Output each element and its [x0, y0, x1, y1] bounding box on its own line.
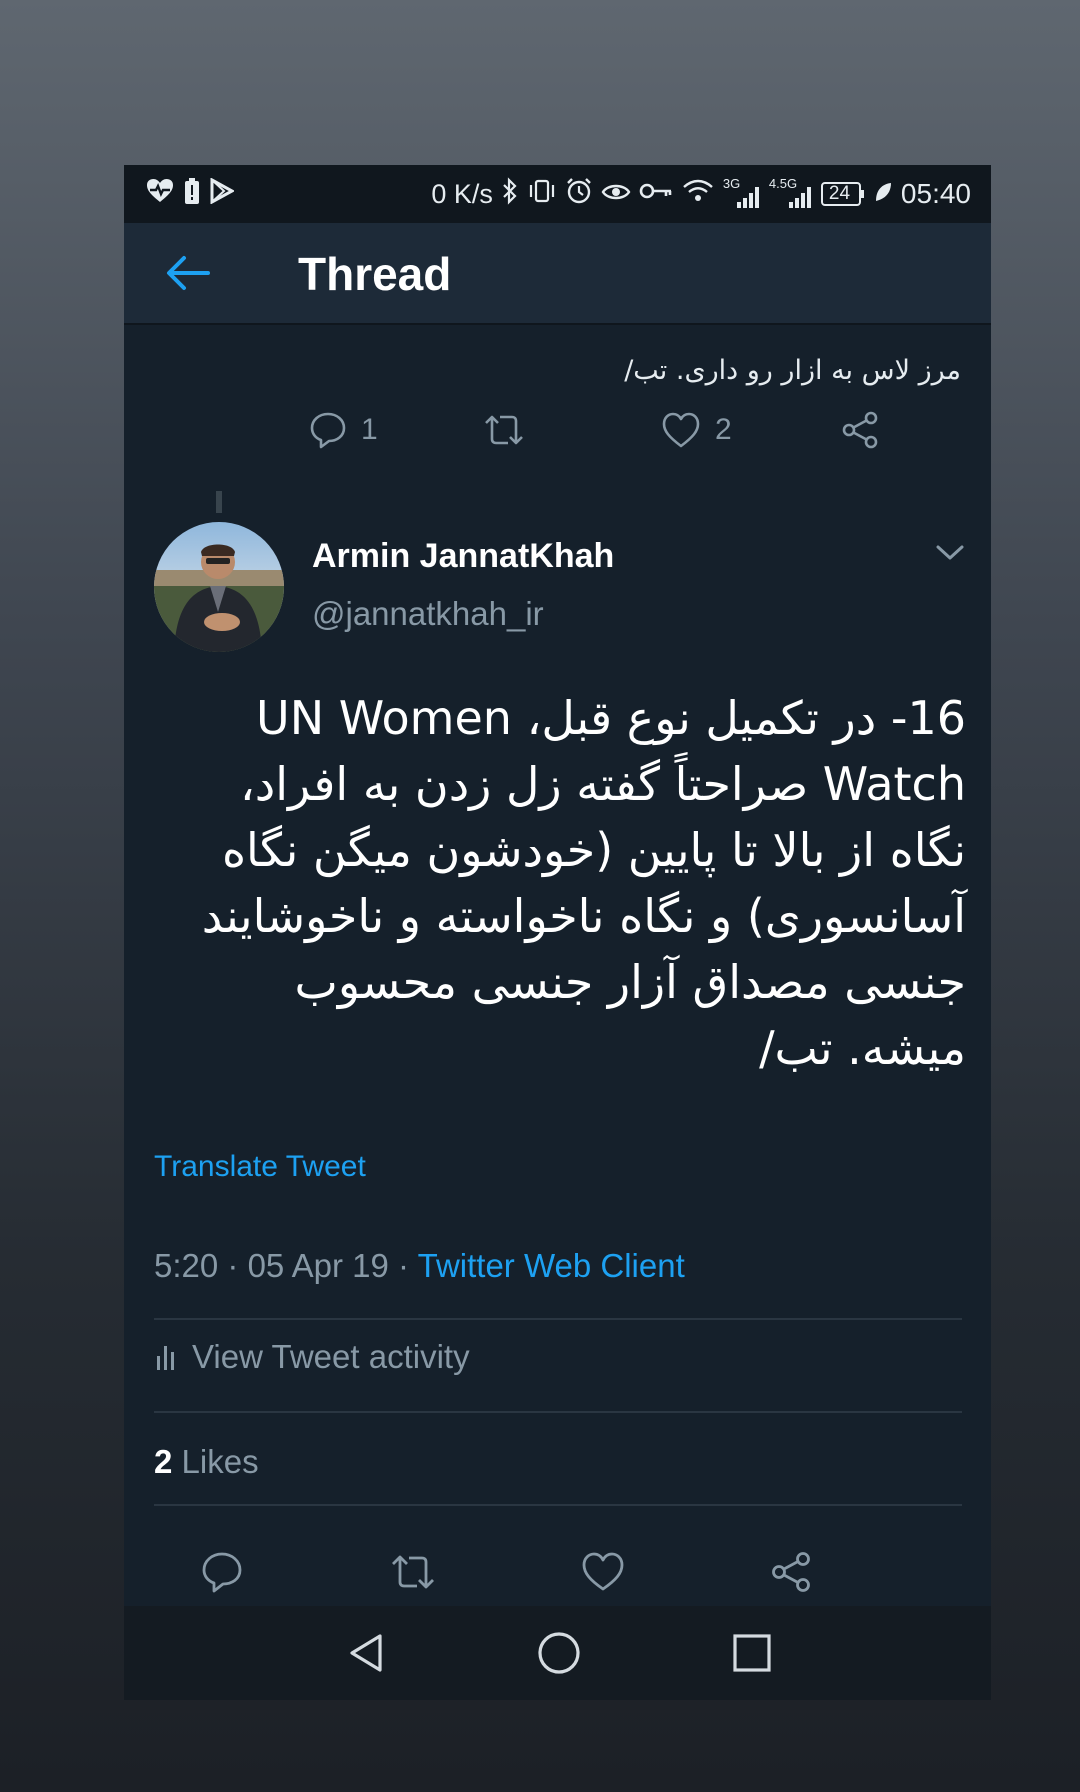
view-tweet-activity-button[interactable]: View Tweet activity: [154, 1338, 470, 1376]
likes-summary[interactable]: 2 Likes: [154, 1443, 259, 1481]
eye-icon: [601, 178, 631, 211]
nav-back-icon: [350, 1634, 382, 1672]
avatar[interactable]: [154, 522, 284, 652]
battery-level: 24: [828, 183, 851, 204]
tweet-actions: [124, 1545, 991, 1605]
previous-tweet-actions: 1 2: [124, 403, 991, 473]
tweet-time: 5:20: [154, 1247, 219, 1284]
like-icon: [582, 1552, 624, 1591]
status-bar: 0 K/s 3G 4.5G 24 05:40: [124, 165, 991, 223]
phone-screen: 0 K/s 3G 4.5G 24 05:40 Thread مرز لاس به…: [124, 165, 991, 1700]
status-time: 05:40: [900, 178, 971, 209]
signal-3g-icon: 3G: [723, 174, 761, 214]
tweet-date: 05 Apr 19: [247, 1247, 389, 1284]
translate-tweet-link[interactable]: Translate Tweet: [154, 1150, 366, 1184]
meta-separator: ·: [227, 1247, 239, 1284]
tweet-client-link[interactable]: Twitter Web Client: [418, 1247, 685, 1284]
previous-like-button[interactable]: 2: [661, 411, 732, 449]
previous-retweet-button[interactable]: [482, 411, 526, 449]
thread-connector: [216, 491, 222, 513]
author-name[interactable]: Armin JannatKhah: [312, 537, 614, 576]
signal-4g-icon: 4.5G: [769, 174, 813, 214]
battery-alert-icon: [184, 177, 200, 210]
avatar-photo: [154, 522, 284, 652]
status-right-icons: 0 K/s 3G 4.5G 24 05:40: [431, 165, 971, 223]
previous-share-button[interactable]: [840, 411, 880, 449]
share-icon: [772, 1552, 810, 1592]
app-bar: Thread: [124, 223, 991, 325]
like-button[interactable]: [581, 1551, 625, 1593]
network-speed: 0 K/s: [431, 178, 493, 209]
key-icon: [639, 178, 673, 211]
likes-label: Likes: [181, 1443, 259, 1480]
tweet-text: 16- در تکمیل نوع قبل، UN Women Watch صرا…: [201, 691, 966, 1075]
play-store-icon: [210, 177, 236, 209]
previous-tweet-text: مرز لاس به ازار رو داری. تب/: [624, 355, 961, 386]
previous-reply-count: 1: [361, 413, 378, 446]
reply-icon: [310, 412, 346, 449]
tweet-menu-button[interactable]: [934, 540, 966, 564]
like-icon: [662, 412, 700, 448]
nav-back-button[interactable]: [342, 1628, 392, 1678]
signal-3g-label: 3G: [722, 176, 741, 191]
nav-home-button[interactable]: [534, 1628, 584, 1678]
bluetooth-icon: [501, 176, 519, 212]
retweet-icon: [485, 415, 523, 445]
vibrate-icon: [527, 177, 557, 212]
bar-chart-icon: [157, 1346, 174, 1370]
chevron-down-icon: [936, 545, 964, 560]
back-button[interactable]: [164, 253, 210, 293]
retweet-icon: [392, 1555, 434, 1589]
nav-home-icon: [538, 1632, 580, 1674]
share-icon: [842, 411, 878, 449]
tweet-meta: 5:20 · 05 Apr 19 · Twitter Web Client: [154, 1247, 685, 1285]
page-title: Thread: [298, 248, 452, 300]
divider: [154, 1411, 962, 1413]
likes-count: 2: [154, 1443, 173, 1480]
leaf-icon: [873, 179, 893, 210]
view-tweet-activity-label: View Tweet activity: [192, 1338, 470, 1375]
meta-separator: ·: [398, 1247, 410, 1284]
author-handle[interactable]: @jannatkhah_ir: [312, 595, 544, 633]
back-arrow-icon: [167, 256, 210, 290]
share-button[interactable]: [769, 1551, 813, 1593]
reply-icon: [202, 1552, 242, 1593]
wifi-icon: [681, 177, 715, 212]
status-left-icons: [146, 177, 236, 210]
previous-like-count: 2: [715, 413, 732, 446]
previous-reply-button[interactable]: 1: [309, 411, 378, 449]
signal-4g-label: 4.5G: [768, 176, 798, 191]
divider: [154, 1318, 962, 1320]
divider: [154, 1504, 962, 1506]
battery-icon: 24: [820, 181, 865, 207]
alarm-icon: [565, 177, 593, 212]
nav-recents-button[interactable]: [727, 1628, 777, 1678]
reply-button[interactable]: [201, 1551, 243, 1593]
heart-pulse-icon: [146, 178, 174, 209]
nav-recents-icon: [733, 1634, 771, 1672]
retweet-button[interactable]: [389, 1551, 437, 1593]
system-nav-bar: [124, 1606, 991, 1700]
